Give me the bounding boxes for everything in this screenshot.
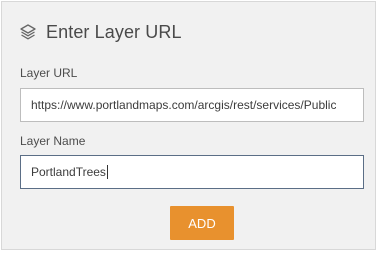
layer-url-value: https://www.portlandmaps.com/arcgis/rest… bbox=[31, 98, 337, 112]
layers-icon bbox=[19, 23, 37, 41]
text-cursor bbox=[106, 165, 108, 179]
layer-url-label: Layer URL bbox=[20, 66, 78, 80]
panel-header: Enter Layer URL bbox=[19, 20, 182, 44]
enter-layer-url-panel: Enter Layer URL Layer URL https://www.po… bbox=[1, 1, 376, 250]
add-button[interactable]: ADD bbox=[170, 206, 234, 240]
layer-name-input[interactable]: PortlandTrees bbox=[20, 155, 364, 189]
layer-url-input[interactable]: https://www.portlandmaps.com/arcgis/rest… bbox=[20, 88, 364, 122]
panel-title: Enter Layer URL bbox=[46, 21, 182, 42]
layer-name-value: PortlandTrees bbox=[31, 165, 106, 179]
layer-name-label: Layer Name bbox=[20, 134, 86, 148]
